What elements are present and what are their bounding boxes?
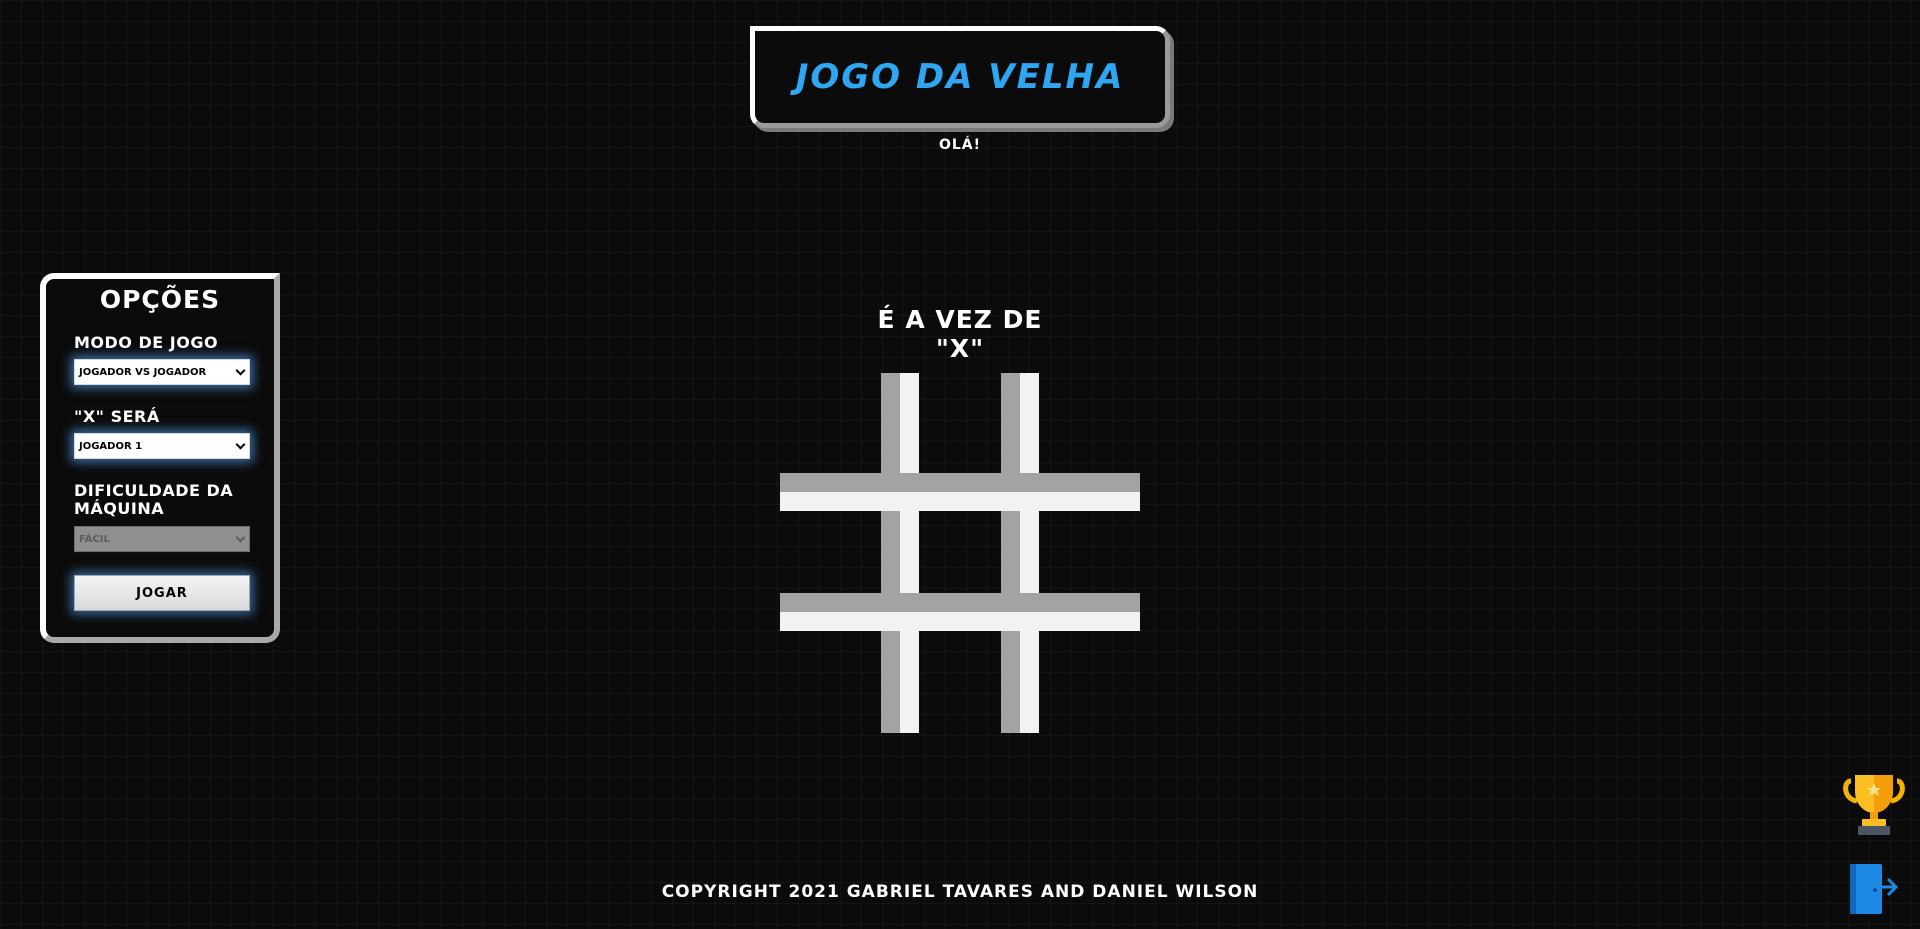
chevron-down-icon <box>235 365 246 376</box>
board-cell[interactable] <box>1042 505 1138 601</box>
difficulty-select[interactable]: Fácil <box>74 526 250 552</box>
page-title: Jogo da Velha <box>795 57 1125 97</box>
play-button[interactable]: Jogar <box>74 575 250 611</box>
chevron-down-icon <box>235 439 246 450</box>
board-cell[interactable] <box>1042 375 1138 471</box>
page: Jogo da Velha Olá! Opções Modo de Jogo J… <box>0 0 1920 929</box>
board-cell[interactable] <box>912 635 1008 731</box>
x-player-value: Jogador 1 <box>79 440 143 452</box>
board-cell[interactable] <box>782 505 878 601</box>
board-cell[interactable] <box>912 375 1008 471</box>
game-board <box>780 373 1140 733</box>
chevron-down-icon <box>235 532 246 543</box>
board-cell[interactable] <box>782 375 878 471</box>
options-panel: Opções Modo de Jogo Jogador vs Jogador "… <box>40 273 280 643</box>
game-mode-label: Modo de Jogo <box>74 333 219 352</box>
greeting-text: Olá! <box>938 137 982 153</box>
game-mode-value: Jogador vs Jogador <box>79 366 207 378</box>
board-cell[interactable] <box>912 505 1008 601</box>
options-title: Opções <box>99 285 221 314</box>
exit-door-icon[interactable] <box>1848 862 1900 916</box>
title-box: Jogo da Velha <box>750 26 1170 128</box>
x-player-select[interactable]: Jogador 1 <box>74 433 250 459</box>
x-player-label: "X" será <box>74 407 160 426</box>
game-mode-select[interactable]: Jogador vs Jogador <box>74 359 250 385</box>
difficulty-value: Fácil <box>79 533 110 545</box>
copyright-footer: Copyright 2021 Gabriel Tavares and Danie… <box>661 882 1259 902</box>
trophy-icon[interactable] <box>1843 773 1905 837</box>
difficulty-label: Dificuldade da Máquina <box>74 481 234 518</box>
turn-text: É a vez de <box>877 305 1043 334</box>
turn-indicator: É a vez de "X" <box>860 305 1060 363</box>
board-cell[interactable] <box>1042 635 1138 731</box>
turn-player: "X" <box>935 334 985 363</box>
board-cell[interactable] <box>782 635 878 731</box>
